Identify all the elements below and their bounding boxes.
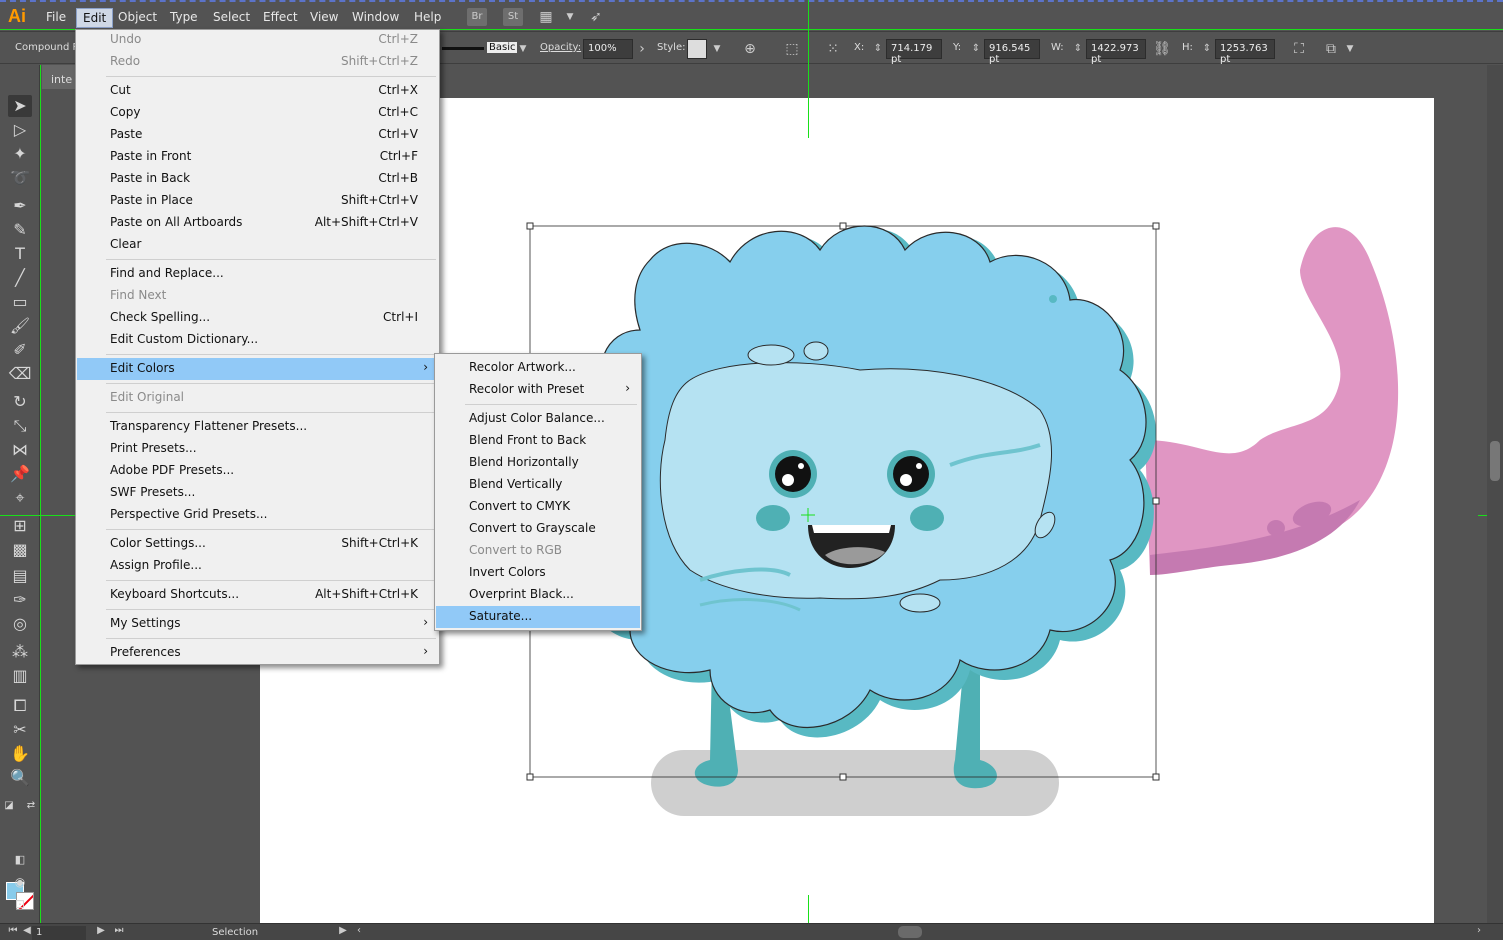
- last-artboard-icon[interactable]: ⏭: [110, 922, 128, 940]
- submenu-item-convert-to-grayscale[interactable]: Convert to Grayscale: [436, 518, 640, 540]
- edit-menu-dropdown: Undo Ctrl+Z Redo Shift+Ctrl+Z Cut Ctrl+X Co…: [75, 29, 440, 665]
- submenu-item-blend-front-to-back[interactable]: Blend Front to Back: [436, 430, 640, 452]
- menu-item-paste[interactable]: Paste Ctrl+V: [77, 124, 438, 146]
- chevron-right-icon: ›: [423, 615, 428, 629]
- menu-item-edit-custom-dictionary[interactable]: Edit Custom Dictionary...: [77, 329, 438, 351]
- smart-guide-vertical: [808, 895, 809, 923]
- menu-separator: [106, 580, 436, 581]
- scroll-right-icon[interactable]: ›: [1470, 922, 1488, 940]
- artboard-number-field[interactable]: 1: [32, 926, 86, 940]
- resize-handle: [1152, 222, 1160, 230]
- menu-separator: [106, 259, 436, 260]
- next-artboard-icon[interactable]: ▶: [92, 922, 110, 940]
- right-eye: [893, 456, 929, 492]
- menu-separator: [106, 609, 436, 610]
- menu-separator: [106, 354, 436, 355]
- smart-guide-horizontal: [440, 29, 1503, 30]
- menu-item-edit-original[interactable]: Edit Original: [77, 387, 438, 409]
- current-tool-label: Selection: [212, 927, 259, 938]
- menu-separator: [106, 412, 436, 413]
- scroll-left-icon[interactable]: ‹: [350, 922, 368, 940]
- highlight-spot: [803, 341, 829, 361]
- menu-item-cut[interactable]: Cut Ctrl+X: [77, 80, 438, 102]
- menu-item-undo[interactable]: Undo Ctrl+Z: [77, 29, 438, 51]
- menu-item-clear[interactable]: Clear: [77, 234, 438, 256]
- menu-item-my-settings[interactable]: My Settings ›: [77, 613, 438, 635]
- menu-item-keyboard-shortcuts[interactable]: Keyboard Shortcuts... Alt+Shift+Ctrl+K: [77, 584, 438, 606]
- right-eye-shine: [900, 474, 912, 486]
- menu-item-color-settings[interactable]: Color Settings... Shift+Ctrl+K: [77, 533, 438, 555]
- menu-item-perspective-grid-presets[interactable]: Perspective Grid Presets...: [77, 504, 438, 526]
- menu-item-paste-in-back[interactable]: Paste in Back Ctrl+B: [77, 168, 438, 190]
- vertical-scrollbar[interactable]: [1487, 65, 1503, 923]
- menu-item-copy[interactable]: Copy Ctrl+C: [77, 102, 438, 124]
- edit-colors-submenu: Recolor Artwork... Recolor with Preset › …: [434, 353, 642, 631]
- right-eye-shine: [916, 463, 922, 469]
- menu-separator: [106, 638, 436, 639]
- menu-item-adobe-pdf-presets[interactable]: Adobe PDF Presets...: [77, 460, 438, 482]
- menu-item-edit-colors[interactable]: Edit Colors ›: [77, 358, 438, 380]
- menu-item-assign-profile[interactable]: Assign Profile...: [77, 555, 438, 577]
- right-cheek: [910, 505, 944, 531]
- illustrator-window: Ai File Edit Object Type Select Effect V…: [0, 0, 1503, 940]
- left-eye-shine: [798, 463, 804, 469]
- smart-guide-horizontal: [0, 515, 75, 516]
- scrollbar-thumb[interactable]: [1490, 441, 1500, 481]
- resize-handle: [839, 222, 847, 230]
- menu-separator: [106, 383, 436, 384]
- menu-separator: [106, 76, 436, 77]
- submenu-item-convert-to-cmyk[interactable]: Convert to CMYK: [436, 496, 640, 518]
- submenu-item-convert-to-rgb[interactable]: Convert to RGB: [436, 540, 640, 562]
- menu-item-redo[interactable]: Redo Shift+Ctrl+Z: [77, 51, 438, 73]
- panel-edge-guide: [40, 65, 41, 923]
- menu-separator: [106, 529, 436, 530]
- menu-item-transparency-flattener-presets[interactable]: Transparency Flattener Presets...: [77, 416, 438, 438]
- resize-handle: [1152, 497, 1160, 505]
- submenu-item-recolor-with-preset[interactable]: Recolor with Preset ›: [436, 379, 640, 401]
- submenu-item-saturate[interactable]: Saturate...: [436, 606, 640, 628]
- submenu-item-recolor-artwork[interactable]: Recolor Artwork...: [436, 357, 640, 379]
- resize-handle: [526, 222, 534, 230]
- submenu-item-overprint-black[interactable]: Overprint Black...: [436, 584, 640, 606]
- left-cheek: [756, 505, 790, 531]
- left-eye: [775, 456, 811, 492]
- highlight-spot: [747, 344, 795, 366]
- menu-item-print-presets[interactable]: Print Presets...: [77, 438, 438, 460]
- submenu-item-blend-horizontally[interactable]: Blend Horizontally: [436, 452, 640, 474]
- submenu-item-invert-colors[interactable]: Invert Colors: [436, 562, 640, 584]
- teeth: [812, 525, 891, 533]
- menu-item-paste-in-place[interactable]: Paste in Place Shift+Ctrl+V: [77, 190, 438, 212]
- horizontal-scroll-thumb[interactable]: [898, 926, 922, 938]
- left-eye-shine: [782, 474, 794, 486]
- menu-item-paste-in-front[interactable]: Paste in Front Ctrl+F: [77, 146, 438, 168]
- body-dot: [1049, 295, 1057, 303]
- menu-item-swf-presets[interactable]: SWF Presets...: [77, 482, 438, 504]
- resize-handle: [839, 773, 847, 781]
- highlight-spot: [899, 593, 941, 613]
- menu-item-preferences[interactable]: Preferences ›: [77, 642, 438, 664]
- menu-item-paste-on-all-artboards[interactable]: Paste on All Artboards Alt+Shift+Ctrl+V: [77, 212, 438, 234]
- smart-guide-vertical: [808, 0, 809, 138]
- submenu-item-adjust-color-balance[interactable]: Adjust Color Balance...: [436, 408, 640, 430]
- menu-item-find-next[interactable]: Find Next: [77, 285, 438, 307]
- chevron-right-icon: ›: [423, 360, 428, 374]
- menu-separator: [465, 404, 637, 405]
- submenu-item-blend-vertically[interactable]: Blend Vertically: [436, 474, 640, 496]
- chevron-right-icon: ›: [423, 644, 428, 658]
- smart-guide-horizontal: [0, 29, 75, 30]
- menu-item-check-spelling[interactable]: Check Spelling... Ctrl+I: [77, 307, 438, 329]
- resize-handle: [526, 773, 534, 781]
- resize-handle: [1152, 773, 1160, 781]
- chevron-right-icon: ›: [625, 381, 630, 395]
- status-bar: ⏮ ◀ 1 ▶ ⏭ Selection ▶ ‹ ›: [0, 923, 1503, 940]
- menu-item-find-and-replace[interactable]: Find and Replace...: [77, 263, 438, 285]
